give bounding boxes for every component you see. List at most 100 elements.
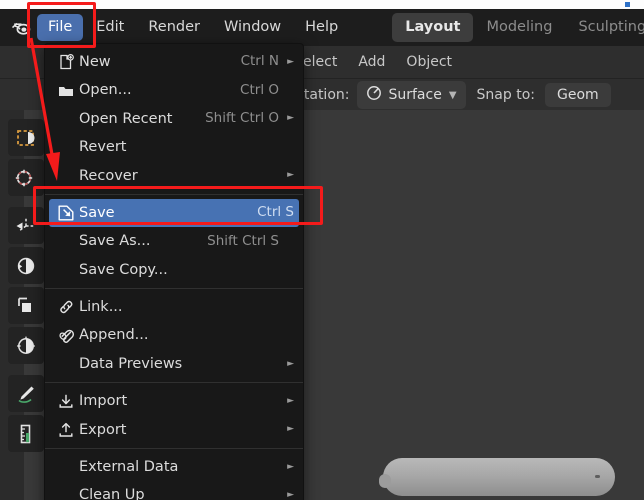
menu-item-save-as[interactable]: Save As... Shift Ctrl S ► [45, 227, 303, 255]
menu-item-shortcut: Shift Ctrl S [207, 232, 279, 249]
menu-item-open-recent[interactable]: Open Recent Shift Ctrl O ► [45, 105, 303, 133]
rotate-icon [15, 255, 37, 277]
surface-snap-icon [366, 85, 382, 105]
paperclip-icon [53, 328, 79, 344]
menu-item-label: Clean Up [79, 487, 145, 500]
select-box-icon [15, 127, 37, 149]
orientation-dropdown[interactable]: Surface ▼ [357, 81, 466, 109]
menu-item-shortcut: Ctrl O [240, 81, 279, 98]
menu-item-label: Save As... [79, 233, 151, 250]
menu-item-label: Save [79, 204, 115, 221]
menu-item-label: Append... [79, 327, 149, 344]
menu-item-label: Open Recent [79, 110, 173, 127]
transform-icon [15, 335, 37, 357]
move-tool[interactable] [8, 207, 44, 244]
viewport-object-dot [595, 475, 600, 478]
menu-item-recover[interactable]: Recover ► [45, 162, 303, 190]
cursor-3d-icon [15, 167, 37, 189]
blender-logo-icon[interactable] [6, 9, 36, 46]
tools-panel [8, 119, 44, 452]
move-arrows-icon [15, 215, 37, 237]
save-icon [53, 205, 79, 221]
submenu-arrow-icon: ► [287, 395, 294, 406]
menu-item-label: Link... [79, 299, 123, 316]
submenu-arrow-icon: ► [287, 461, 294, 472]
main-menu: File Edit Render Window Help [36, 9, 350, 46]
menu-separator [45, 448, 303, 450]
snap-to-value-button[interactable]: Geom [544, 83, 611, 107]
menu-file[interactable]: File [37, 14, 84, 41]
submenu-arrow-icon: ► [287, 358, 294, 369]
scale-tool[interactable] [8, 287, 44, 324]
submenu-arrow-icon: ► [287, 56, 294, 67]
tab-modeling[interactable]: Modeling [473, 13, 565, 42]
menu-separator [45, 382, 303, 384]
new-file-icon [53, 54, 79, 70]
tool-group-divider [8, 199, 44, 204]
menu-item-open[interactable]: Open... Ctrl O ► [45, 76, 303, 104]
import-icon [53, 393, 79, 409]
chevron-down-icon: ▼ [448, 89, 457, 101]
tweak-select-box-tool[interactable] [8, 119, 44, 156]
tab-sculpting[interactable]: Sculpting [565, 13, 644, 42]
menu-item-label: New [79, 53, 111, 70]
menu-item-label: Data Previews [79, 355, 183, 372]
orientation-value: Surface [388, 87, 442, 103]
menu-item-shortcut: Ctrl N [240, 53, 279, 70]
transform-tool[interactable] [8, 327, 44, 364]
file-dropdown-menu: New Ctrl N ► Open... Ctrl O ► Open Recen… [44, 43, 304, 500]
menu-item-new[interactable]: New Ctrl N ► [45, 48, 303, 76]
menu-separator [45, 193, 303, 195]
menu-separator [45, 288, 303, 290]
menu-item-label: Recover [79, 167, 138, 184]
link-icon [53, 299, 79, 315]
folder-open-icon [53, 84, 79, 98]
menu-item-data-previews[interactable]: Data Previews ► [45, 350, 303, 378]
menu-render[interactable]: Render [137, 14, 211, 41]
menu-item-clean-up[interactable]: Clean Up ► [45, 481, 303, 500]
menu-item-export[interactable]: Export ► [45, 416, 303, 444]
window-top-strip [0, 0, 644, 9]
tool-group-divider-2 [8, 367, 44, 372]
menu-item-revert[interactable]: Revert ► [45, 133, 303, 161]
pencil-icon [15, 383, 37, 405]
submenu-arrow-icon: ► [287, 170, 294, 181]
submenu-arrow-icon: ► [287, 113, 294, 124]
measure-tool[interactable] [8, 415, 44, 452]
editor-type-icon[interactable] [0, 46, 44, 78]
menu-item-link[interactable]: Link... ► [45, 293, 303, 321]
menu-item-save[interactable]: Save Ctrl S [49, 198, 299, 228]
menu-help[interactable]: Help [294, 14, 349, 41]
submenu-arrow-icon: ► [287, 490, 294, 500]
annotate-tool[interactable] [8, 375, 44, 412]
menu-item-label: External Data [79, 459, 179, 476]
cursor-tool[interactable] [8, 159, 44, 196]
rotate-tool[interactable] [8, 247, 44, 284]
scale-icon [15, 295, 37, 317]
menu-window[interactable]: Window [213, 14, 292, 41]
menu-item-label: Save Copy... [79, 261, 168, 278]
viewport-menu-object[interactable]: Object [397, 51, 461, 73]
menu-item-shortcut: Ctrl S [257, 204, 294, 221]
menu-item-append[interactable]: Append... ► [45, 322, 303, 350]
menu-item-external-data[interactable]: External Data ► [45, 453, 303, 481]
menu-item-save-copy[interactable]: Save Copy... ► [45, 256, 303, 284]
viewport-menu: elect Add Object [294, 51, 461, 73]
snap-to-label: Snap to: [476, 87, 535, 103]
menu-item-label: Import [79, 393, 128, 410]
viewport-menu-add[interactable]: Add [349, 51, 394, 73]
menu-item-label: Open... [79, 82, 132, 99]
viewport-object-mesh[interactable] [383, 458, 615, 496]
viewport-object-nub [379, 474, 391, 488]
topbar: File Edit Render Window Help Layout Mode… [0, 9, 644, 46]
submenu-arrow-icon: ► [287, 424, 294, 435]
menu-item-label: Revert [79, 139, 127, 156]
blender-window: File Edit Render Window Help Layout Mode… [0, 0, 644, 500]
export-icon [53, 422, 79, 438]
menu-item-shortcut: Shift Ctrl O [205, 110, 279, 127]
workspace-tabs: Layout Modeling Sculpting UV [392, 9, 644, 46]
menu-edit[interactable]: Edit [85, 14, 135, 41]
menu-item-import[interactable]: Import ► [45, 387, 303, 415]
tab-layout[interactable]: Layout [392, 13, 474, 42]
menu-item-label: Export [79, 421, 127, 438]
